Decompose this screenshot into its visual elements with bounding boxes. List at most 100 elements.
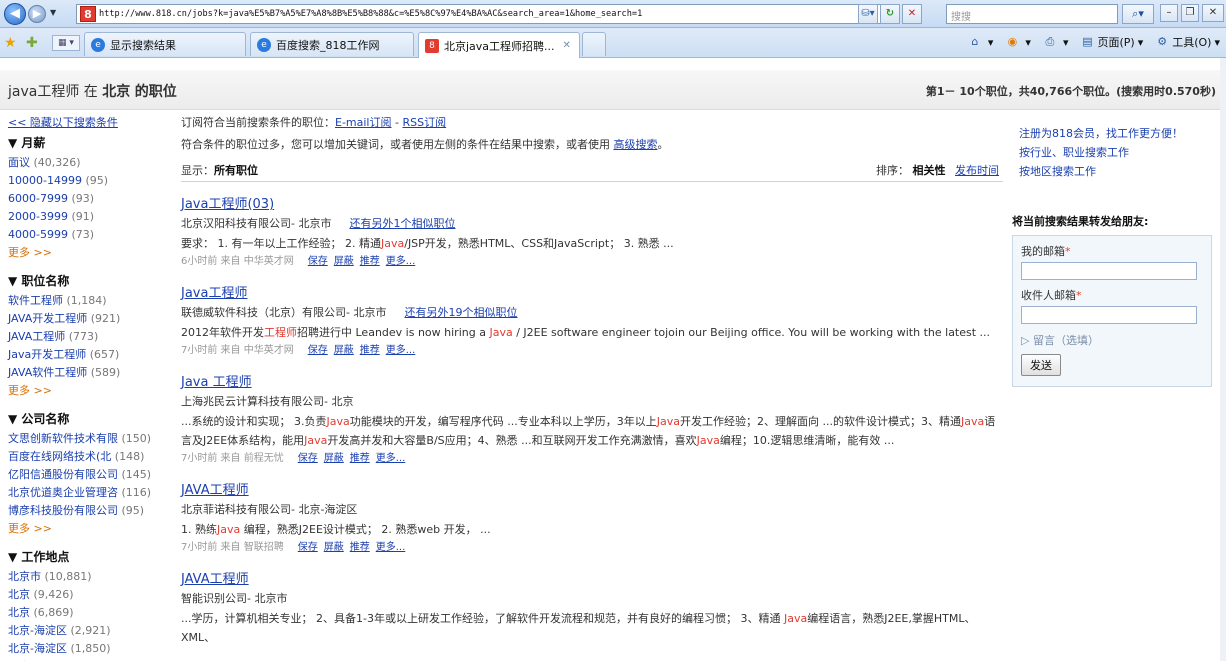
rss-subscribe-link[interactable]: RSS订阅: [402, 116, 446, 129]
print-button[interactable]: ⎙ ▾: [1043, 35, 1069, 49]
job-description: 2012年软件开发工程师招聘进行中 Leandev is now hiring …: [181, 326, 991, 339]
recommend-link[interactable]: 推荐: [350, 453, 370, 464]
more-actions-link[interactable]: 更多...: [376, 542, 406, 553]
tab-show-results[interactable]: e 显示搜索结果: [84, 32, 246, 56]
favorites-star-icon[interactable]: ★: [4, 35, 17, 51]
hide-filters-link[interactable]: << 隐藏以下搜索条件: [8, 114, 168, 130]
add-message-toggle[interactable]: ▷ 留言（选填）: [1021, 332, 1203, 348]
search-by-industry-link[interactable]: 按行业、职业搜索工作: [1019, 143, 1206, 162]
tools-menu[interactable]: ⚙ 工具(O) ▾: [1155, 34, 1220, 50]
page-menu[interactable]: ▤ 页面(P) ▾: [1080, 34, 1143, 50]
quick-tabs-icon[interactable]: ▦ ▾: [52, 35, 80, 51]
job-meta: 7小时前 来自 中华英才网 保存 屏蔽 推荐 更多...: [181, 345, 416, 356]
more-actions-link[interactable]: 更多...: [386, 256, 416, 267]
history-dropdown-icon[interactable]: ▼: [50, 8, 56, 17]
close-window-icon[interactable]: ✕: [1202, 4, 1224, 22]
block-link[interactable]: 屏蔽: [324, 453, 344, 464]
filter-option[interactable]: 面议 (40,326): [8, 154, 168, 172]
my-email-field[interactable]: [1021, 262, 1197, 280]
email-subscribe-link[interactable]: E-mail订阅: [335, 116, 392, 129]
save-link[interactable]: 保存: [298, 542, 318, 553]
new-tab-button[interactable]: [582, 32, 606, 56]
filter-group-title[interactable]: ▼ 月薪: [8, 134, 168, 151]
filter-option[interactable]: 北京-海淀区 (1,850): [8, 640, 168, 658]
recommend-link[interactable]: 推荐: [360, 345, 380, 356]
filter-option[interactable]: 博彦科技股份有限公司 (95): [8, 502, 168, 520]
filter-option[interactable]: JAVA开发工程师 (921): [8, 310, 168, 328]
filter-option[interactable]: 软件工程师 (1,184): [8, 292, 168, 310]
search-icon[interactable]: ⌕▾: [1122, 4, 1154, 24]
sort-by-time-link[interactable]: 发布时间: [955, 164, 999, 177]
filter-group-title[interactable]: ▼ 职位名称: [8, 272, 168, 289]
filter-option[interactable]: 北京市 (10,881): [8, 568, 168, 586]
refresh-icon[interactable]: ↻: [880, 4, 900, 24]
tab-baidu-search[interactable]: e 百度搜索_818工作网: [250, 32, 414, 56]
tab-job-search-active[interactable]: 8 北京java工程师招聘... ✕: [418, 32, 580, 58]
filter-option[interactable]: JAVA软件工程师 (589): [8, 364, 168, 382]
close-tab-icon[interactable]: ✕: [563, 40, 571, 51]
forward-form: 我的邮箱* 收件人邮箱* ▷ 留言（选填） 发送: [1012, 235, 1212, 387]
home-icon: ⌂: [971, 35, 979, 48]
filter-more-link[interactable]: 更多 >>: [8, 244, 168, 262]
forward-arrow-icon[interactable]: ▶: [28, 5, 46, 23]
filter-option[interactable]: 亿阳信通股份有限公司 (145): [8, 466, 168, 484]
recommend-link[interactable]: 推荐: [350, 542, 370, 553]
filter-more-link[interactable]: 更多 >>: [8, 382, 168, 400]
home-button[interactable]: ⌂ ▾: [968, 35, 993, 49]
browser-search-input[interactable]: 搜搜: [946, 4, 1118, 24]
filter-option[interactable]: 4000-5999 (73): [8, 226, 168, 244]
page-title: java工程师 在 北京 的职位: [8, 84, 177, 100]
filter-option[interactable]: 百度在线网络技术(北 (148): [8, 448, 168, 466]
more-actions-link[interactable]: 更多...: [386, 345, 416, 356]
filter-option[interactable]: 6000-7999 (93): [8, 190, 168, 208]
filter-option[interactable]: 文思创新软件技术有限 (150): [8, 430, 168, 448]
block-link[interactable]: 屏蔽: [334, 256, 354, 267]
register-link[interactable]: 注册为818会员，找工作更方便！: [1019, 124, 1206, 143]
job-title-link[interactable]: Java工程师: [181, 285, 1003, 303]
sort-relevance[interactable]: 相关性: [913, 164, 946, 177]
similar-jobs-link[interactable]: 还有另外1个相似职位: [349, 217, 455, 230]
keyword-highlight: Java: [304, 434, 328, 447]
filter-option[interactable]: 2000-3999 (91): [8, 208, 168, 226]
save-link[interactable]: 保存: [298, 453, 318, 464]
filter-option[interactable]: 北京 (9,426): [8, 586, 168, 604]
job-title-link[interactable]: JAVA工程师: [181, 482, 1003, 500]
back-arrow-icon[interactable]: ◀: [4, 3, 26, 25]
search-tip: 符合条件的职位过多，您可以增加关键词，或者使用左侧的条件在结果中搜索，或者使用 …: [181, 138, 669, 151]
save-link[interactable]: 保存: [308, 345, 328, 356]
compat-view-icon[interactable]: ⛁▾: [858, 4, 878, 24]
filter-option[interactable]: 10000-14999 (95): [8, 172, 168, 190]
address-bar[interactable]: 8 http://www.818.cn/jobs?k=java%E5%B7%A5…: [76, 4, 898, 24]
minimize-icon[interactable]: –: [1160, 4, 1178, 22]
filter-option[interactable]: 北京-海淀区 (2,921): [8, 622, 168, 640]
address-url[interactable]: http://www.818.cn/jobs?k=java%E5%B7%A5%E…: [99, 9, 642, 19]
block-link[interactable]: 屏蔽: [334, 345, 354, 356]
filter-option[interactable]: 北京 (6,869): [8, 604, 168, 622]
job-title-link[interactable]: Java 工程师: [181, 374, 1003, 392]
job-list: Java工程师(03) 北京汉阳科技有限公司- 北京市 还有另外1个相似职位 要求： …: [181, 196, 1003, 647]
filter-more-link[interactable]: 更多 >>: [8, 520, 168, 538]
filter-sidebar: << 隐藏以下搜索条件 ▼ 月薪面议 (40,326) 10000-14999 (…: [8, 114, 168, 661]
add-favorite-icon[interactable]: ✚: [26, 35, 38, 51]
recommend-link[interactable]: 推荐: [360, 256, 380, 267]
filter-option[interactable]: 北京优道奥企业管理咨 (116): [8, 484, 168, 502]
send-button[interactable]: 发送: [1021, 354, 1061, 376]
stop-icon[interactable]: ✕: [902, 4, 922, 24]
search-by-region-link[interactable]: 按地区搜索工作: [1019, 162, 1206, 181]
similar-jobs-link[interactable]: 还有另外19个相似职位: [404, 306, 517, 319]
page-scrollbar[interactable]: [1220, 58, 1226, 661]
restore-icon[interactable]: ❐: [1181, 4, 1199, 22]
recipient-email-field[interactable]: [1021, 306, 1197, 324]
filter-group: ▼ 职位名称 软件工程师 (1,184) JAVA开发工程师 (921) JAVA工程…: [8, 272, 168, 400]
feeds-button[interactable]: ◉ ▾: [1005, 35, 1031, 49]
filter-option[interactable]: JAVA工程师 (773): [8, 328, 168, 346]
filter-group-title[interactable]: ▼ 公司名称: [8, 410, 168, 427]
job-title-link[interactable]: Java工程师(03): [181, 196, 1003, 214]
block-link[interactable]: 屏蔽: [324, 542, 344, 553]
filter-option[interactable]: Java开发工程师 (657): [8, 346, 168, 364]
more-actions-link[interactable]: 更多...: [376, 453, 406, 464]
job-title-link[interactable]: JAVA工程师: [181, 571, 1003, 589]
advanced-search-link[interactable]: 高级搜索: [614, 138, 658, 151]
save-link[interactable]: 保存: [308, 256, 328, 267]
filter-group-title[interactable]: ▼ 工作地点: [8, 548, 168, 565]
